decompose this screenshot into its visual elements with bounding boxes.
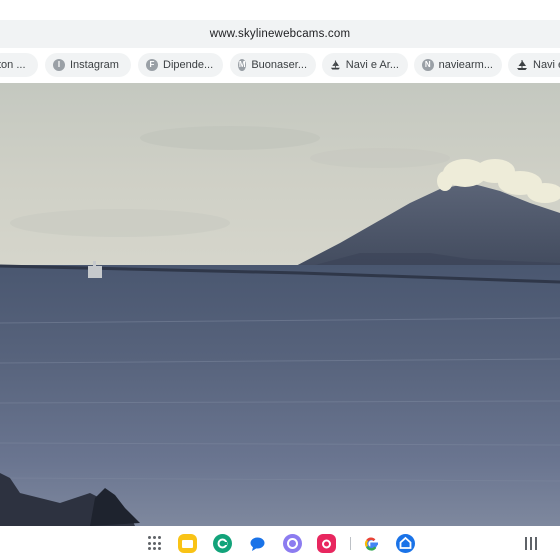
bookmarks-bar: ton ... I Instagram F Dipende... M Buona… <box>0 53 560 79</box>
bookmark-item[interactable]: M Buonaser... <box>230 53 316 77</box>
bookmark-item[interactable]: Navi e Ar... <box>322 53 408 77</box>
bookmark-label: Buonaser... <box>251 59 307 71</box>
bixby-icon[interactable] <box>283 534 302 553</box>
ship-icon <box>330 60 340 70</box>
ship-icon <box>517 60 527 70</box>
phone-app-icon[interactable] <box>213 534 232 553</box>
webcam-video-frame <box>0 83 560 526</box>
bookmark-item[interactable]: N naviearm... <box>414 53 502 77</box>
bookmark-label: ton ... <box>0 59 26 71</box>
bookmark-favicon: N <box>422 59 434 71</box>
bookmark-item[interactable]: F Dipende... <box>138 53 223 77</box>
url-text[interactable]: www.skylinewebcams.com <box>210 28 351 40</box>
google-icon[interactable] <box>362 534 381 553</box>
files-icon[interactable] <box>178 534 197 553</box>
bookmark-favicon: M <box>238 59 247 71</box>
bookmark-item[interactable]: Navi e <box>508 53 560 77</box>
webcam-stream[interactable] <box>0 83 560 526</box>
taskbar <box>0 526 560 560</box>
bookmark-label: Navi e Ar... <box>345 59 399 71</box>
home-app-icon[interactable] <box>396 534 415 553</box>
bookmark-favicon: F <box>146 59 158 71</box>
bookmark-label: Navi e <box>533 59 560 71</box>
bookmark-label: Dipende... <box>163 59 214 71</box>
bookmark-label: Instagram <box>70 59 119 71</box>
address-bar[interactable]: www.skylinewebcams.com <box>0 20 560 48</box>
bookmark-item[interactable]: ton ... <box>0 53 38 77</box>
camera-icon[interactable] <box>317 534 336 553</box>
bookmark-item-instagram[interactable]: I Instagram <box>45 53 131 77</box>
messages-icon[interactable] <box>248 534 267 553</box>
recents-button[interactable] <box>525 537 539 550</box>
bookmark-label: naviearm... <box>438 59 493 71</box>
bookmark-favicon: I <box>53 59 65 71</box>
app-drawer-icon[interactable] <box>148 536 163 551</box>
dock-separator <box>350 537 351 550</box>
